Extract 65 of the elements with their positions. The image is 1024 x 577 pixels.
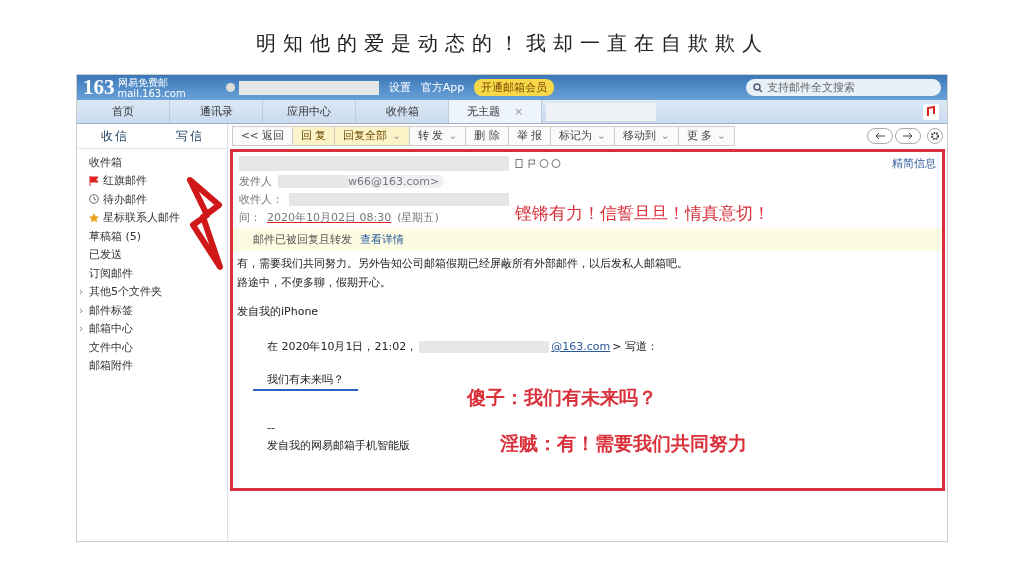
annotation-text: 淫贼：有！需要我们共同努力 <box>500 431 747 456</box>
flag-icon <box>89 175 99 186</box>
toolbar-button[interactable]: 标记为 ⌄ <box>549 126 615 146</box>
star-icon <box>89 212 99 223</box>
folder-item[interactable]: 收件箱 <box>89 154 122 170</box>
chevron-icon[interactable]: › <box>79 322 84 336</box>
settings-icon[interactable] <box>927 128 943 144</box>
toolbar-button[interactable]: 更 多 ⌄ <box>677 126 735 146</box>
toolbar-button[interactable]: 回复全部 ⌄ <box>334 126 411 146</box>
tab[interactable]: 应用中心 <box>263 100 356 123</box>
right-arrow-icon <box>903 132 913 140</box>
chevron-icon[interactable]: › <box>79 285 84 299</box>
sent-time: 2020年10月02日 08:30 <box>267 209 392 225</box>
folder-item[interactable]: 其他5个文件夹 <box>89 284 162 300</box>
clock-icon <box>89 194 99 205</box>
signature-separator: -- <box>267 421 276 434</box>
tab[interactable]: 首页 <box>77 100 170 123</box>
toolbar-button[interactable]: << 返回 <box>232 126 293 146</box>
tab[interactable]: 无主题 × <box>449 100 542 123</box>
search-field[interactable]: 支持邮件全文搜索 <box>746 79 941 96</box>
mail-action-icons[interactable] <box>515 158 561 168</box>
quote-tail: > 写道： <box>612 339 658 354</box>
toolbar-button[interactable]: 移动到 ⌄ <box>613 126 679 146</box>
email-link[interactable]: @163.com <box>551 340 611 353</box>
slide-title: 明知他的爱是动态的！我却一直在自欺欺人 <box>255 30 769 57</box>
annotation-text: 傻子：我们有未来吗？ <box>467 385 658 410</box>
chevron-icon[interactable]: › <box>79 303 84 317</box>
signature: 发自我的iPhone <box>237 304 320 319</box>
toolbar-button[interactable]: 删 除 <box>465 126 509 146</box>
folder-item[interactable]: 邮箱中心 <box>89 321 133 337</box>
quote-intro: 在 2020年10月1日，21:02， <box>267 339 418 354</box>
logo-number: 163 <box>83 75 115 100</box>
folder-item[interactable]: 邮箱附件 <box>89 358 133 374</box>
signature: 发自我的网易邮箱手机智能版 <box>267 438 410 453</box>
field-label: 发件人 <box>239 173 272 189</box>
logo-domain: mail.163.com <box>117 87 186 99</box>
folder-item[interactable]: 红旗邮件 <box>103 173 147 189</box>
quoted-message: 我们有未来吗？ <box>253 372 358 391</box>
details-link[interactable]: 查看详情 <box>360 232 404 247</box>
receive-button[interactable]: 收信 <box>94 126 135 146</box>
folder-item[interactable]: 星标联系人邮件 <box>103 210 180 226</box>
body-text: 有，需要我们共同努力。另外告知公司邮箱假期已经屏蔽所有外部邮件，以后发私人邮箱吧。 <box>237 256 689 271</box>
compose-button[interactable]: 写信 <box>169 126 210 146</box>
top-link[interactable]: 设置 <box>388 80 411 95</box>
annotation-text: 铿锵有力！信誓旦旦！情真意切！ <box>515 202 770 225</box>
field-label: 收件人： <box>239 191 283 207</box>
left-arrow-icon <box>875 132 885 140</box>
folder-item[interactable]: 草稿箱 (5) <box>89 228 142 244</box>
folder-item[interactable]: 已发送 <box>89 247 122 263</box>
tab[interactable]: 通讯录 <box>170 100 263 123</box>
folder-item[interactable]: 待办邮件 <box>103 191 147 207</box>
sender-chip: w66@163.com> <box>278 174 445 188</box>
toolbar-button[interactable]: 回 复 <box>291 126 336 146</box>
weekday: (星期五) <box>397 209 439 225</box>
notice-text: 邮件已被回复且转发 <box>253 232 352 247</box>
field-label: 间： <box>239 209 261 225</box>
toolbar-button[interactable]: 举 报 <box>507 126 551 146</box>
logo-name: 网易免费邮 <box>117 76 168 88</box>
folder-item[interactable]: 文件中心 <box>89 339 133 355</box>
folder-item[interactable]: 邮件标签 <box>89 302 133 318</box>
toolbar-button[interactable]: 转 发 ⌄ <box>409 126 467 146</box>
vip-badge[interactable]: 开通邮箱会员 <box>474 79 555 96</box>
summary-link[interactable]: 精简信息 <box>892 155 936 171</box>
body-text: 路途中，不便多聊，假期开心。 <box>237 275 392 290</box>
folder-item[interactable]: 订阅邮件 <box>89 265 133 281</box>
